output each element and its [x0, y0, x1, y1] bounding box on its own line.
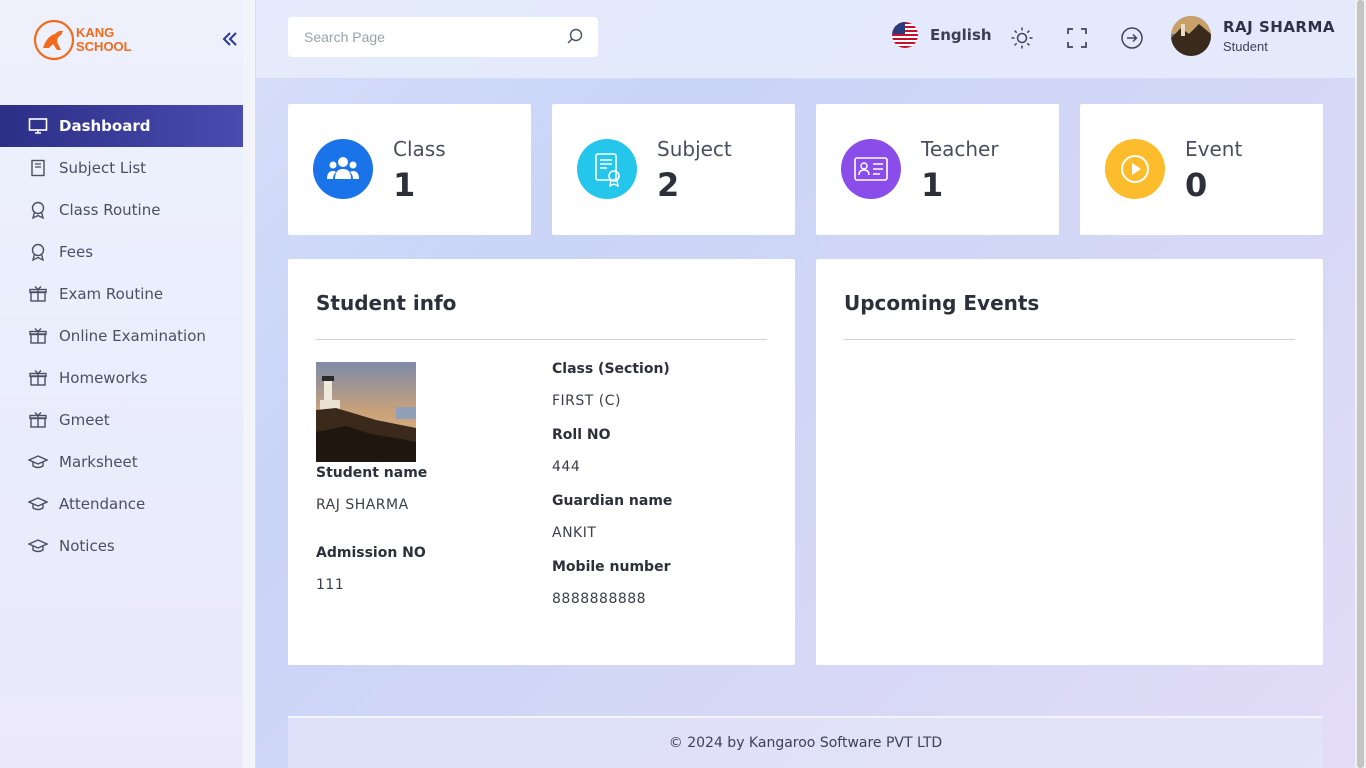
sidebar-scrollbar[interactable] [243, 0, 255, 768]
sidebar-item-label: Attendance [59, 495, 146, 513]
brand-line1: KANG [76, 25, 114, 40]
collapse-sidebar-button[interactable] [220, 29, 240, 49]
roll-label: Roll NO [552, 427, 611, 443]
class-section-value: FIRST (C) [552, 393, 621, 409]
admission-label: Admission NO [316, 545, 426, 561]
sidebar-item-notices[interactable]: Notices [0, 525, 243, 567]
gift-icon [28, 368, 48, 388]
user-profile-menu[interactable]: RAJ SHARMA Student [1171, 16, 1335, 56]
monitor-icon [28, 116, 48, 136]
gift-icon [28, 410, 48, 430]
sidebar-item-label: Exam Routine [59, 285, 164, 303]
us-flag-icon [892, 22, 918, 48]
stat-label: Event [1185, 137, 1243, 161]
mobile-label: Mobile number [552, 559, 671, 575]
stat-label: Class [393, 137, 446, 161]
student-photo [316, 362, 416, 462]
guardian-label: Guardian name [552, 493, 673, 509]
brand-line2: SCHOOL [76, 39, 132, 54]
book-icon [28, 158, 48, 178]
users-icon [313, 139, 373, 199]
sidebar-item-label: Homeworks [59, 369, 148, 387]
graduation-cap-icon [28, 452, 48, 472]
sidebar-item-marksheet[interactable]: Marksheet [0, 441, 243, 483]
sidebar-item-attendance[interactable]: Attendance [0, 483, 243, 525]
sidebar-item-dashboard[interactable]: Dashboard [0, 105, 243, 147]
id-card-icon [841, 139, 901, 199]
stat-label: Teacher [921, 137, 999, 161]
student-info-title: Student info [316, 291, 457, 315]
sidebar-item-label: Subject List [59, 159, 147, 177]
search-box [288, 17, 598, 57]
sidebar-item-class-routine[interactable]: Class Routine [0, 189, 243, 231]
sun-icon[interactable] [1010, 26, 1034, 50]
student-name-value: RAJ SHARMA [316, 497, 409, 513]
admission-value: 111 [316, 577, 345, 593]
sidebar-item-exam-routine[interactable]: Exam Routine [0, 273, 243, 315]
certificate-icon [577, 139, 637, 199]
stat-value: 1 [921, 166, 944, 204]
student-info-card: Student info Student name RAJ SHARMA Adm… [288, 259, 795, 665]
sidebar-item-homeworks[interactable]: Homeworks [0, 357, 243, 399]
stat-card-event: Event 0 [1080, 104, 1323, 235]
page-scrollbar[interactable] [1355, 0, 1366, 768]
user-role: Student [1223, 39, 1268, 54]
fullscreen-icon[interactable] [1065, 26, 1089, 50]
avatar-image [1171, 16, 1211, 56]
upcoming-events-card: Upcoming Events [816, 259, 1323, 665]
stat-card-subject: Subject 2 [552, 104, 795, 235]
upcoming-events-title: Upcoming Events [844, 291, 1040, 315]
language-label: English [930, 26, 992, 44]
sidebar-item-label: Fees [59, 243, 94, 261]
brand-logo[interactable]: KANG SCHOOL [33, 18, 143, 62]
sidebar-item-online-examination[interactable]: Online Examination [0, 315, 243, 357]
language-selector[interactable]: English [892, 22, 992, 48]
class-section-label: Class (Section) [552, 361, 670, 377]
student-name-label: Student name [316, 465, 428, 481]
sidebar-item-label: Gmeet [59, 411, 110, 429]
mobile-value: 8888888888 [552, 591, 647, 607]
logout-icon[interactable] [1120, 26, 1144, 50]
stat-value: 1 [393, 166, 416, 204]
graduation-cap-icon [28, 536, 48, 556]
copyright-text: © 2024 by Kangaroo Software PVT LTD [668, 735, 943, 751]
scrollbar-thumb[interactable] [1357, 0, 1364, 768]
sidebar-item-label: Marksheet [59, 453, 138, 471]
stat-card-teacher: Teacher 1 [816, 104, 1059, 235]
stat-value: 2 [657, 166, 680, 204]
divider [844, 339, 1295, 340]
stat-card-class: Class 1 [288, 104, 531, 235]
award-icon [28, 242, 48, 262]
sidebar-item-label: Online Examination [59, 327, 206, 345]
stat-value: 0 [1185, 166, 1208, 204]
footer: © 2024 by Kangaroo Software PVT LTD [288, 716, 1323, 768]
play-icon [1105, 139, 1165, 199]
sidebar-item-gmeet[interactable]: Gmeet [0, 399, 243, 441]
avatar [1171, 16, 1211, 56]
top-header: English RAJ SHARMA Student [256, 0, 1356, 79]
award-icon [28, 200, 48, 220]
user-name: RAJ SHARMA [1223, 18, 1336, 36]
sidebar-item-label: Dashboard [59, 117, 151, 135]
search-icon[interactable] [566, 27, 584, 45]
double-chevron-left-icon [222, 32, 237, 46]
sidebar-item-label: Class Routine [59, 201, 161, 219]
divider [316, 339, 767, 340]
graduation-cap-icon [28, 494, 48, 514]
guardian-value: ANKIT [552, 525, 597, 541]
roll-value: 444 [552, 459, 581, 475]
lighthouse-photo-icon [316, 362, 416, 462]
sidebar-item-subject-list[interactable]: Subject List [0, 147, 243, 189]
search-input[interactable] [288, 29, 558, 45]
sidebar: KANG SCHOOL Dashboard Subject List Class R… [0, 0, 256, 768]
gift-icon [28, 326, 48, 346]
kangaroo-logo-icon: KANG SCHOOL [33, 19, 132, 61]
sidebar-item-fees[interactable]: Fees [0, 231, 243, 273]
sidebar-item-label: Notices [59, 537, 115, 555]
sidebar-nav: Dashboard Subject List Class Routine Fees Ex… [0, 105, 243, 567]
gift-icon [28, 284, 48, 304]
stat-label: Subject [657, 137, 732, 161]
